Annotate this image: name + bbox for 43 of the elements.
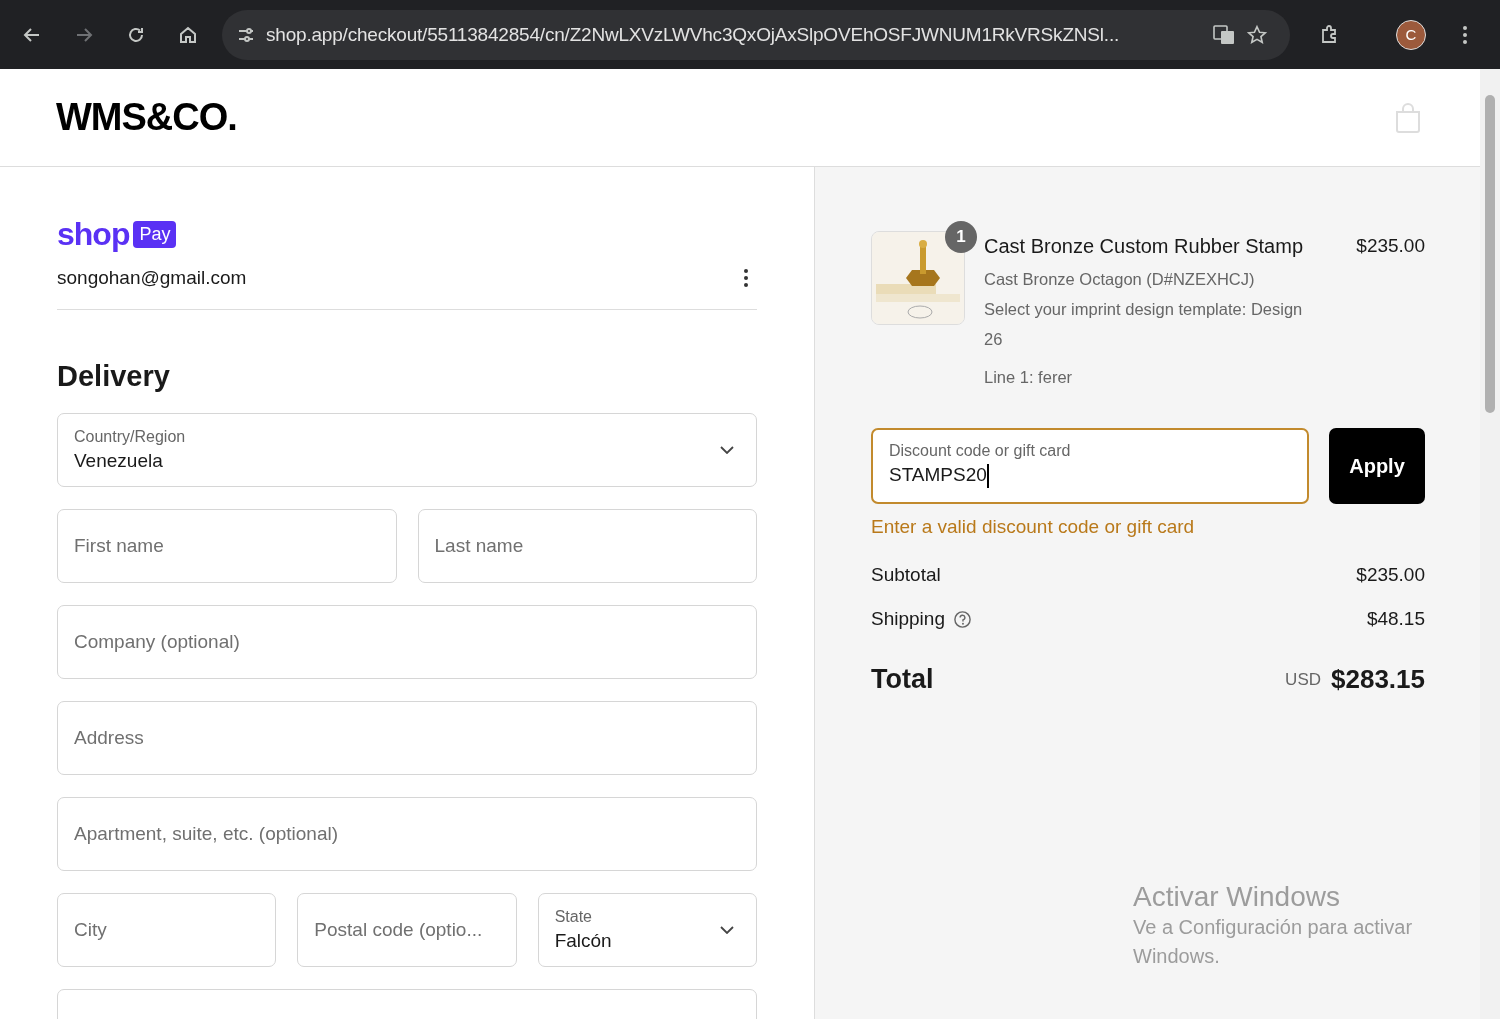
star-icon[interactable] <box>1246 23 1268 46</box>
activation-title: Activar Windows <box>1133 881 1341 913</box>
store-logo[interactable]: WMS&CO. <box>56 96 237 139</box>
input-field[interactable]: Postal code (optio... <box>297 893 517 967</box>
subtotal-value: $235.00 <box>1356 564 1425 586</box>
input-field[interactable]: Address <box>57 701 757 775</box>
delivery-heading: Delivery <box>57 360 171 393</box>
shipping-value: $48.15 <box>1366 608 1425 630</box>
profile-avatar[interactable]: C <box>1396 19 1426 50</box>
product-title: Cast Bronze Custom Rubber Stamp <box>984 235 1304 258</box>
address-bar[interactable]: shop.app/checkout/55113842854/cn/Z2NwLXVzLWVhc3QxOjAxSlpOVEhOSFJWNUM1RkVRSkZNSl... <box>222 9 1290 60</box>
more-icon[interactable] <box>1462 24 1468 45</box>
currency-code: USD <box>1285 669 1321 690</box>
product-price: $235.00 <box>1356 234 1425 257</box>
discount-field[interactable]: Discount code or gift card STAMPS20 <box>871 428 1309 504</box>
subtotal-label: Subtotal <box>871 564 941 586</box>
account-email: songohan@gmail.com <box>57 267 247 289</box>
apply-button[interactable]: Apply <box>1329 428 1425 504</box>
select-field[interactable]: Country/Region Venezuela <box>57 413 757 487</box>
translate-icon[interactable] <box>1212 22 1236 47</box>
home-icon[interactable] <box>178 24 198 45</box>
input-field[interactable]: First name <box>57 509 397 583</box>
input-field[interactable]: Apartment, suite, etc. (optional) <box>57 797 757 871</box>
quantity-badge: 1 <box>945 221 977 253</box>
product-detail: Line 1: ferer <box>984 367 1074 388</box>
total-label: Total <box>871 664 934 695</box>
chevron-down-icon[interactable] <box>720 926 734 934</box>
total-amount: $283.15 <box>1331 664 1425 695</box>
input-field[interactable]: City <box>57 893 277 967</box>
input-field[interactable]: Company (optional) <box>57 605 757 679</box>
select-field[interactable]: State Falcón <box>537 893 757 967</box>
scrollbar[interactable] <box>1480 69 1500 1019</box>
url-text: shop.app/checkout/55113842854/cn/Z2NwLXVzLWVhc3QxOjAxSlpOVEhOSFJWNUM1RkVRSkZNSl... <box>266 23 1121 46</box>
activation-text: Ve a Configuración para activar Windows. <box>1133 915 1414 969</box>
help-icon[interactable] <box>952 609 972 629</box>
product-detail: Cast Bronze Octagon (D#NZEXHCJ) <box>984 269 1256 290</box>
error-message: Enter a valid discount code or gift card <box>871 516 1196 538</box>
input-field[interactable] <box>57 989 757 1019</box>
product-detail: Select your imprint design template: Design 26 <box>984 299 1304 350</box>
chevron-down-icon[interactable] <box>720 446 734 454</box>
input-field[interactable]: Last name <box>417 509 757 583</box>
more-options-icon[interactable] <box>743 268 749 288</box>
shipping-label: Shipping <box>871 608 945 630</box>
